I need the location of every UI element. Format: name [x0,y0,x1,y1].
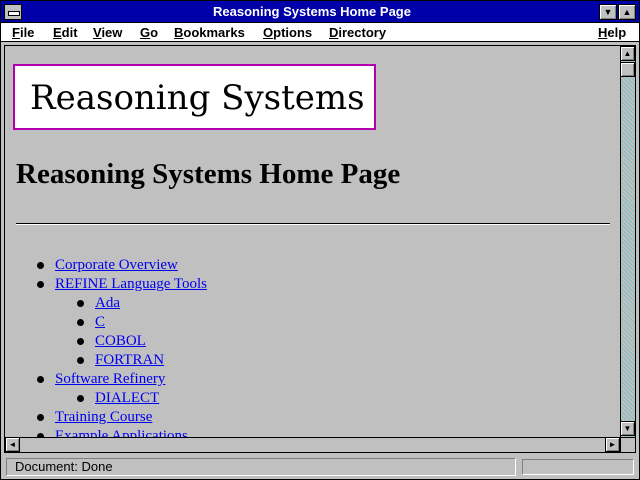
horizontal-rule [16,223,610,225]
menu-bookmarks-mnemonic: B [174,25,184,40]
bullet-icon [77,357,84,364]
menu-directory-label: irectory [338,25,387,40]
scrollbar-corner [620,437,635,452]
page-title: Reasoning Systems Home Page [16,158,401,190]
link-training-course[interactable]: Training Course [55,409,152,425]
status-bar: Document: Done [4,456,636,478]
menu-directory[interactable]: Directory [329,25,386,40]
menu-file[interactable]: File [12,25,34,40]
scroll-thumb[interactable] [620,62,635,77]
menu-options-mnemonic: O [263,25,274,40]
list-item: REFINE Language Tools [37,275,207,294]
menu-go-mnemonic: G [140,25,151,40]
scroll-down-icon[interactable]: ▼ [620,421,635,436]
list-item: Training Course [37,408,152,427]
menu-file-mnemonic: F [12,25,20,40]
bullet-icon [37,414,44,421]
menu-options-label: ptions [273,25,313,40]
menu-view[interactable]: View [93,25,122,40]
bullet-icon [77,300,84,307]
link-software-refinery[interactable]: Software Refinery [55,371,165,387]
vertical-scrollbar[interactable]: ▲ ▼ [620,46,635,437]
link-ada[interactable]: Ada [95,295,120,311]
menu-options[interactable]: Options [263,25,312,40]
menu-directory-mnemonic: D [329,25,339,40]
progress-indicator [522,459,634,475]
link-example-applications[interactable]: Example Applications [55,428,188,437]
list-item: Ada [77,294,120,313]
menu-help-label: elp [607,25,627,40]
bullet-icon [37,262,44,269]
menu-bookmarks-label: ookmarks [183,25,245,40]
link-corporate-overview[interactable]: Corporate Overview [55,257,178,273]
link-cobol[interactable]: COBOL [95,333,146,349]
menu-edit[interactable]: Edit [53,25,78,40]
browser-window: Reasoning Systems Home Page ▼ ▲ File Edi… [0,0,640,480]
menu-edit-label: dit [61,25,78,40]
window-title: Reasoning Systems Home Page [213,4,411,19]
list-item: Corporate Overview [37,256,178,275]
menu-go[interactable]: Go [140,25,158,40]
document-viewport[interactable]: Reasoning Systems Reasoning Systems Home… [5,46,620,437]
system-menu-icon[interactable] [4,4,22,20]
bullet-icon [77,319,84,326]
menu-view-label: iew [101,25,123,40]
link-dialect[interactable]: DIALECT [95,390,159,406]
link-fortran[interactable]: FORTRAN [95,352,164,368]
logo-text: Reasoning Systems [30,78,365,118]
horizontal-scrollbar[interactable]: ◄ ► [5,437,620,452]
scroll-up-icon[interactable]: ▲ [620,46,635,61]
title-bar[interactable]: Reasoning Systems Home Page ▼ ▲ [1,1,639,23]
menu-bar: File Edit View Go Bookmarks Options Dire… [1,23,639,42]
scroll-left-icon[interactable]: ◄ [5,437,20,452]
menu-edit-mnemonic: E [53,25,62,40]
list-item: Example Applications [37,427,188,437]
minimize-icon[interactable]: ▼ [599,4,617,20]
menu-file-label: ile [19,25,35,40]
bullet-icon [77,395,84,402]
document-frame: Reasoning Systems Reasoning Systems Home… [4,45,636,453]
menu-go-label: o [150,25,159,40]
menu-help-mnemonic: H [598,25,608,40]
list-item: DIALECT [77,389,159,408]
status-text: Document: Done [6,458,516,476]
link-refine-language-tools[interactable]: REFINE Language Tools [55,276,207,292]
scroll-right-icon[interactable]: ► [605,437,620,452]
bullet-icon [77,338,84,345]
maximize-icon[interactable]: ▲ [618,4,636,20]
bullet-icon [37,281,44,288]
menu-help[interactable]: Help [598,25,626,40]
list-item: COBOL [77,332,146,351]
menu-bookmarks[interactable]: Bookmarks [174,25,245,40]
list-item: Software Refinery [37,370,165,389]
list-item: FORTRAN [77,351,164,370]
list-item: C [77,313,105,332]
bullet-icon [37,376,44,383]
link-c[interactable]: C [95,314,105,330]
company-logo: Reasoning Systems [13,64,376,130]
